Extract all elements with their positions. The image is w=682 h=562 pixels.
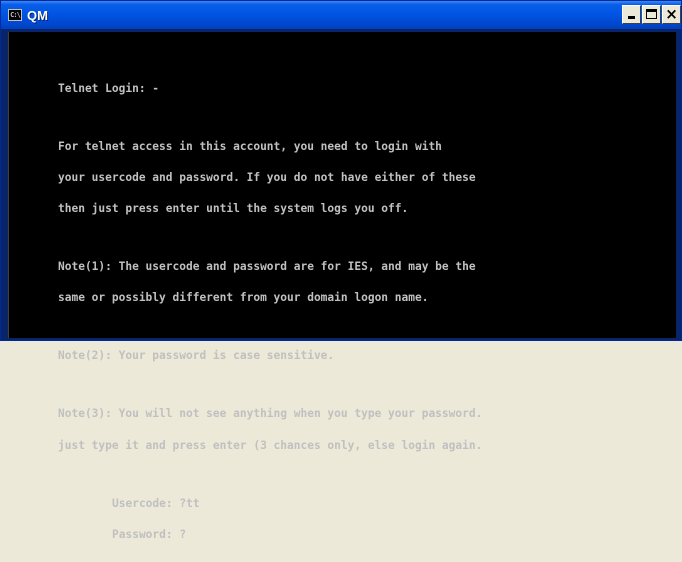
console-output: Telnet Login: - For telnet access in thi… (58, 63, 482, 561)
note3-line-2: just type it and press enter (3 chances … (58, 438, 483, 452)
title-bar[interactable]: C:\ QM × (1, 1, 681, 29)
usercode-prompt[interactable]: Usercode: ?tt (58, 497, 482, 509)
close-button[interactable]: × (662, 5, 681, 24)
intro-line-2: your usercode and password. If you do no… (58, 171, 476, 185)
note1-line-1: Note(1): The usercode and password are f… (58, 260, 476, 274)
note1-line-2: same or possibly different from your dom… (58, 291, 429, 305)
window-title: QM (27, 7, 48, 23)
console-window: C:\ QM × Telnet Login: - For telnet acce… (0, 0, 682, 540)
console-app-icon-glyph: C:\ (10, 10, 21, 19)
note2-line: Note(2): Your password is case sensitive… (58, 349, 335, 363)
maximize-button[interactable] (642, 5, 661, 24)
minimize-button[interactable] (622, 5, 641, 24)
console-area[interactable]: Telnet Login: - For telnet access in thi… (8, 32, 676, 540)
telnet-heading: Telnet Login: - (58, 81, 160, 95)
intro-line-1: For telnet access in this account, you n… (58, 139, 442, 153)
intro-line-3: then just press enter until the system l… (58, 202, 409, 216)
window-controls: × (622, 5, 681, 24)
password-prompt[interactable]: Password: ? (58, 529, 482, 541)
console-app-icon[interactable]: C:\ (8, 9, 22, 21)
note3-line-1: Note(3): You will not see anything when … (58, 407, 483, 421)
